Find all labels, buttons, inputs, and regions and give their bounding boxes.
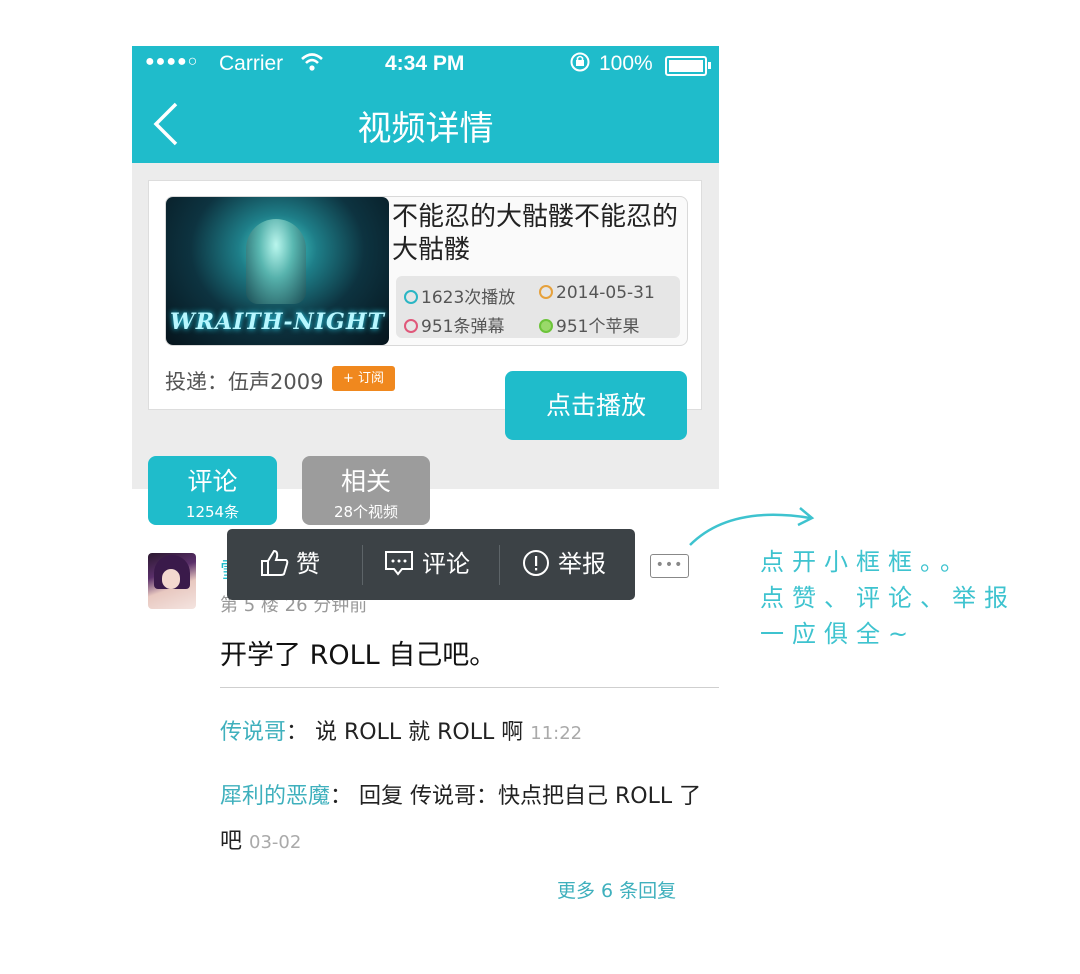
comment-action-popup: 赞 评论 举报 [227,529,635,600]
apple-count: 951个苹果 [539,312,639,337]
annotation-line-3: 一应俱全~ [760,620,917,648]
danmaku-count: 951条弹幕 [404,312,504,337]
like-action[interactable]: 赞 [260,529,320,600]
comment-text: 开学了 ROLL 自己吧。 [220,640,497,671]
video-thumbnail[interactable]: WRAITH-NIGHT [166,197,389,345]
tab-related-label: 相关 [340,467,391,496]
play-count: 1623次播放 [404,283,515,308]
tab-related-count: 28个视频 [333,503,399,521]
reply-separator: ： [286,720,309,745]
publish-date-text: 2014-05-31 [556,283,655,303]
comment-action[interactable]: 评论 [384,529,470,600]
reply-item: 犀利的恶魔： 回复 传说哥：快点把自己 ROLL 了吧 03-02 [220,774,710,865]
play-count-text: 1623次播放 [421,288,516,308]
avatar-face [162,569,180,589]
divider [220,687,719,688]
status-bar: ●●●●○ Carrier 4:34 PM 100% [132,46,719,82]
popup-divider [362,545,363,585]
danmaku-count-text: 951条弹幕 [421,317,505,337]
comment-icon [384,534,414,605]
report-action[interactable]: 举报 [522,529,606,600]
signal-indicator: ●●●●○ [145,53,199,70]
battery-percent: 100% [599,52,653,75]
comment-action-label: 评论 [422,550,470,578]
tab-comments-count: 1254条 [185,503,240,521]
avatar[interactable] [148,553,196,609]
reply-author[interactable]: 犀利的恶魔 [220,784,330,809]
thumbnail-logo: WRAITH-NIGHT [170,309,385,335]
tab-related[interactable]: 相关 28个视频 [302,456,430,525]
report-label: 举报 [558,550,606,578]
reply-time: 11:22 [530,723,583,744]
play-count-icon [404,290,418,304]
reply-item: 传说哥： 说 ROLL 就 ROLL 啊 11:22 [220,710,710,756]
video-stats: 1623次播放 2014-05-31 951条弹幕 951个苹果 [396,276,680,338]
reply-time: 03-02 [249,832,302,853]
wifi-icon [300,51,324,79]
thumbnail-figure [246,219,306,304]
subscribe-button[interactable]: + 订阅 [332,366,395,391]
clock-icon [539,285,553,299]
tab-comments-label: 评论 [187,467,238,496]
danmaku-icon [404,319,418,333]
page-title: 视频详情 [357,109,494,149]
tab-comments[interactable]: 评论 1254条 [148,456,277,525]
report-icon [522,534,550,605]
uploader-label: 投递：伍声2009 [165,370,324,394]
carrier-label: Carrier [219,52,284,75]
phone-screen: ●●●●○ Carrier 4:34 PM 100% 视频详情 WRAITH-N… [132,46,719,974]
apple-count-text: 951个苹果 [556,317,640,337]
lock-icon [569,51,591,79]
more-replies-link[interactable]: 更多 6 条回复 [557,876,676,903]
apple-icon [539,319,553,333]
video-info-box: WRAITH-NIGHT 不能忍的大骷髅不能忍的大骷髅 1623次播放 2014… [165,196,688,346]
reply-text: 说 ROLL 就 ROLL 啊 [315,720,524,745]
video-title: 不能忍的大骷髅不能忍的大骷髅 [392,202,679,265]
reply-separator: ： [330,784,353,809]
like-label: 赞 [296,550,320,578]
battery-icon [665,56,711,76]
annotation-line-1: 点开小框框。。 [760,548,972,576]
clock-time: 4:34 PM [385,52,465,75]
publish-date: 2014-05-31 [539,283,655,303]
annotation-line-2: 点赞、评论、举报 [760,584,1016,612]
reply-author[interactable]: 传说哥 [220,720,286,745]
annotation-note: 点开小框框。。 点赞、评论、举报 一应俱全~ [760,544,1060,652]
play-button[interactable]: 点击播放 [505,371,687,440]
thumbs-up-icon [260,534,290,605]
nav-bar: ●●●●○ Carrier 4:34 PM 100% 视频详情 [132,46,719,163]
popup-divider [499,545,500,585]
